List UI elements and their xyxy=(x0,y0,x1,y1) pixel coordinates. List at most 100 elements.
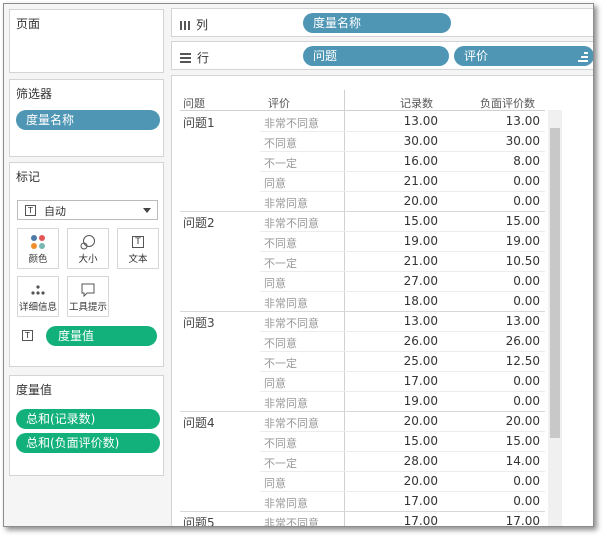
table-row[interactable]: 不同意 30.00 30.00 xyxy=(172,132,548,152)
vertical-scrollbar[interactable] xyxy=(548,110,562,526)
rows-pill-question[interactable]: 问题 xyxy=(303,46,449,66)
cell-record-count[interactable]: 20.00 xyxy=(368,414,438,428)
header-rating[interactable]: 评价 xyxy=(268,95,290,111)
cell-negative-count[interactable]: 14.00 xyxy=(470,454,540,468)
cell-negative-count[interactable]: 0.00 xyxy=(470,274,540,288)
table-row[interactable]: 同意 17.00 0.00 xyxy=(172,372,548,392)
columns-shelf[interactable]: 列 度量名称 xyxy=(171,8,593,37)
table-row[interactable]: 非常不同意 17.00 17.00 xyxy=(172,512,548,526)
measure-pill-record-count[interactable]: 总和(记录数) xyxy=(16,409,160,429)
table-row[interactable]: 非常不同意 13.00 13.00 xyxy=(172,312,548,332)
row-header-rating[interactable]: 不一定 xyxy=(264,155,297,171)
table-row[interactable]: 不一定 28.00 14.00 xyxy=(172,452,548,472)
table-row[interactable]: 非常不同意 20.00 20.00 xyxy=(172,412,548,432)
table-row[interactable]: 不同意 19.00 19.00 xyxy=(172,232,548,252)
measure-pill-negative-count[interactable]: 总和(负面评价数) xyxy=(16,433,160,453)
cell-record-count[interactable]: 17.00 xyxy=(368,514,438,526)
rows-pill-rating[interactable]: 评价 xyxy=(454,46,593,66)
cell-negative-count[interactable]: 17.00 xyxy=(470,514,540,526)
cell-record-count[interactable]: 27.00 xyxy=(368,274,438,288)
mark-size-button[interactable]: 大小 xyxy=(67,228,109,269)
cell-record-count[interactable]: 19.00 xyxy=(368,394,438,408)
cell-negative-count[interactable]: 0.00 xyxy=(470,394,540,408)
row-header-rating[interactable]: 不一定 xyxy=(264,355,297,371)
mark-detail-button[interactable]: 详细信息 xyxy=(17,276,59,317)
cell-record-count[interactable]: 13.00 xyxy=(368,114,438,128)
cell-record-count[interactable]: 20.00 xyxy=(368,194,438,208)
row-header-rating[interactable]: 不一定 xyxy=(264,255,297,271)
cell-record-count[interactable]: 15.00 xyxy=(368,434,438,448)
text-encoding-pill[interactable]: 度量值 xyxy=(46,326,157,346)
table-row[interactable]: 同意 27.00 0.00 xyxy=(172,272,548,292)
cell-negative-count[interactable]: 26.00 xyxy=(470,334,540,348)
table-row[interactable]: 非常同意 19.00 0.00 xyxy=(172,392,548,412)
cell-negative-count[interactable]: 15.00 xyxy=(470,214,540,228)
row-header-rating[interactable]: 同意 xyxy=(264,475,286,491)
table-row[interactable]: 同意 21.00 0.00 xyxy=(172,172,548,192)
mark-tooltip-button[interactable]: 工具提示 xyxy=(67,276,109,317)
mark-text-button[interactable]: T 文本 xyxy=(117,228,159,269)
table-row[interactable]: 非常同意 18.00 0.00 xyxy=(172,292,548,312)
cell-negative-count[interactable]: 8.00 xyxy=(470,154,540,168)
cell-record-count[interactable]: 25.00 xyxy=(368,354,438,368)
cell-negative-count[interactable]: 20.00 xyxy=(470,414,540,428)
table-row[interactable]: 非常同意 17.00 0.00 xyxy=(172,492,548,512)
filters-card[interactable]: 筛选器 度量名称 xyxy=(9,79,164,157)
cell-record-count[interactable]: 17.00 xyxy=(368,374,438,388)
row-header-rating[interactable]: 不同意 xyxy=(264,135,297,151)
row-header-rating[interactable]: 同意 xyxy=(264,175,286,191)
row-header-rating[interactable]: 同意 xyxy=(264,375,286,391)
row-header-rating[interactable]: 非常不同意 xyxy=(264,315,319,331)
cell-negative-count[interactable]: 0.00 xyxy=(470,294,540,308)
cell-record-count[interactable]: 20.00 xyxy=(368,474,438,488)
mark-type-select[interactable]: T 自动 xyxy=(17,200,158,220)
table-row[interactable]: 同意 20.00 0.00 xyxy=(172,472,548,492)
cell-record-count[interactable]: 30.00 xyxy=(368,134,438,148)
pages-card[interactable]: 页面 xyxy=(9,9,164,73)
header-question[interactable]: 问题 xyxy=(183,95,205,111)
cell-negative-count[interactable]: 30.00 xyxy=(470,134,540,148)
cell-record-count[interactable]: 19.00 xyxy=(368,234,438,248)
table-row[interactable]: 非常不同意 13.00 13.00 xyxy=(172,112,548,132)
scrollbar-thumb[interactable] xyxy=(550,128,560,438)
row-header-rating[interactable]: 非常不同意 xyxy=(264,415,319,431)
header-record-count[interactable]: 记录数 xyxy=(400,95,433,111)
cell-record-count[interactable]: 16.00 xyxy=(368,154,438,168)
cell-record-count[interactable]: 15.00 xyxy=(368,214,438,228)
row-header-rating[interactable]: 不一定 xyxy=(264,455,297,471)
row-header-rating[interactable]: 非常不同意 xyxy=(264,515,319,526)
cell-negative-count[interactable]: 12.50 xyxy=(470,354,540,368)
cell-negative-count[interactable]: 15.00 xyxy=(470,434,540,448)
table-row[interactable]: 非常不同意 15.00 15.00 xyxy=(172,212,548,232)
cell-record-count[interactable]: 21.00 xyxy=(368,174,438,188)
cell-negative-count[interactable]: 0.00 xyxy=(470,474,540,488)
header-negative-count[interactable]: 负面评价数 xyxy=(480,95,535,111)
cell-record-count[interactable]: 18.00 xyxy=(368,294,438,308)
cell-negative-count[interactable]: 0.00 xyxy=(470,374,540,388)
table-row[interactable]: 不一定 21.00 10.50 xyxy=(172,252,548,272)
row-header-rating[interactable]: 不同意 xyxy=(264,435,297,451)
cell-negative-count[interactable]: 0.00 xyxy=(470,494,540,508)
cell-negative-count[interactable]: 13.00 xyxy=(470,114,540,128)
cell-record-count[interactable]: 28.00 xyxy=(368,454,438,468)
cell-record-count[interactable]: 17.00 xyxy=(368,494,438,508)
cell-negative-count[interactable]: 13.00 xyxy=(470,314,540,328)
row-header-rating[interactable]: 非常同意 xyxy=(264,295,308,311)
table-row[interactable]: 不同意 15.00 15.00 xyxy=(172,432,548,452)
table-row[interactable]: 非常同意 20.00 0.00 xyxy=(172,192,548,212)
cell-record-count[interactable]: 13.00 xyxy=(368,314,438,328)
row-header-rating[interactable]: 不同意 xyxy=(264,335,297,351)
cell-negative-count[interactable]: 0.00 xyxy=(470,174,540,188)
table-row[interactable]: 不同意 26.00 26.00 xyxy=(172,332,548,352)
cell-record-count[interactable]: 26.00 xyxy=(368,334,438,348)
columns-pill-measure-names[interactable]: 度量名称 xyxy=(303,13,451,33)
row-header-rating[interactable]: 非常同意 xyxy=(264,395,308,411)
table-row[interactable]: 不一定 25.00 12.50 xyxy=(172,352,548,372)
row-header-rating[interactable]: 非常不同意 xyxy=(264,215,319,231)
cell-record-count[interactable]: 21.00 xyxy=(368,254,438,268)
row-header-rating[interactable]: 不同意 xyxy=(264,235,297,251)
row-header-rating[interactable]: 非常不同意 xyxy=(264,115,319,131)
mark-color-button[interactable]: 颜色 xyxy=(17,228,59,269)
row-header-rating[interactable]: 非常同意 xyxy=(264,495,308,511)
rows-shelf[interactable]: 行 问题 评价 xyxy=(171,41,593,70)
